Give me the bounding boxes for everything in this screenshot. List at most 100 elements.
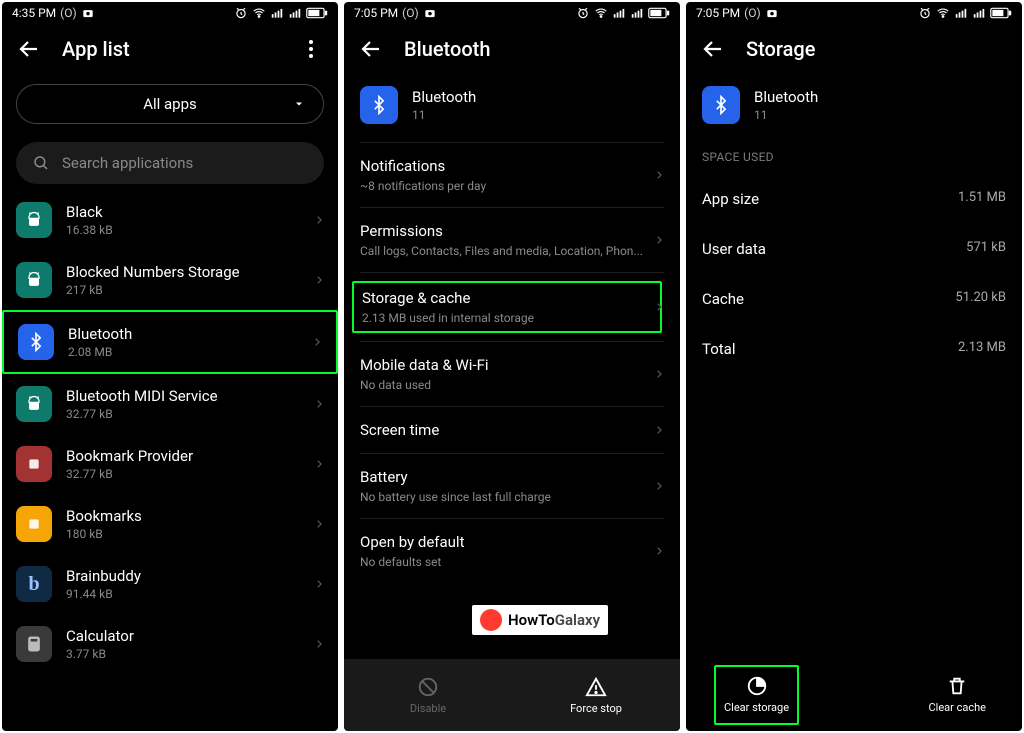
kv-key: User data [702,240,766,258]
alarm-icon [918,6,932,20]
section-heading: SPACE USED [686,142,1022,174]
kv-key: Total [702,340,736,358]
status-time: 7:05 PM [354,6,398,20]
app-size: 32.77 kB [66,407,300,421]
settings-row[interactable]: BatteryNo battery use since last full ch… [344,454,680,518]
back-button[interactable] [16,36,42,62]
app-size: 180 kB [66,527,300,541]
app-name: Calculator [66,627,300,645]
force-stop-button[interactable]: Force stop [512,659,680,731]
app-version: 11 [412,108,476,122]
row-title: Notifications [360,157,654,175]
screen-storage: 7:05 PM (O) Storage Bluetooth 11 SPACE U… [686,2,1022,731]
app-row[interactable]: Calculator 3.77 kB [2,614,338,674]
app-name: Blocked Numbers Storage [66,263,300,281]
search-icon [32,154,50,172]
status-bar: 7:05 PM (O) [344,2,680,20]
app-size: 2.08 MB [68,345,298,359]
filter-dropdown[interactable]: All apps [16,84,324,124]
status-o-label: (O) [402,6,419,20]
settings-row[interactable]: Open by defaultNo defaults set [344,519,680,583]
bluetooth-icon [702,86,740,124]
status-o-label: (O) [744,6,761,20]
settings-list[interactable]: Notifications ~8 notifications per day Per… [344,143,680,659]
app-size: 3.77 kB [66,647,300,661]
app-name: Bookmarks [66,507,300,525]
app-size: 217 kB [66,283,300,297]
spacer [827,659,892,731]
back-button[interactable] [700,36,726,62]
app-icon [16,262,52,298]
app-size: 16.38 kB [66,223,300,237]
chevron-right-icon [654,423,664,437]
chevron-right-icon [314,397,324,411]
app-header: Bluetooth 11 [686,76,1022,142]
chevron-right-icon [314,273,324,287]
app-row[interactable]: Bookmarks 180 kB [2,494,338,554]
settings-row[interactable]: PermissionsCall logs, Contacts, Files an… [344,208,680,272]
signal-icon-2 [972,6,986,20]
row-title: Mobile data & Wi-Fi [360,356,654,374]
app-icon [16,506,52,542]
app-row[interactable]: bBrainbuddy91.44 kB [2,554,338,614]
chevron-right-icon [654,233,664,247]
chevron-right-icon [654,544,664,558]
wifi-icon [252,6,266,20]
settings-row[interactable]: Mobile data & Wi-FiNo data used [344,342,680,406]
settings-row[interactable]: Screen time [344,407,680,453]
battery-icon [990,6,1012,20]
chevron-right-icon [654,479,664,493]
row-subtitle: No battery use since last full charge [360,490,654,504]
clear-cache-button[interactable]: Clear cache [921,665,995,725]
page-title: App list [62,37,278,61]
app-name: Brainbuddy [66,567,300,585]
disable-label: Disable [410,702,446,715]
chevron-right-icon [314,637,324,651]
status-icons [234,6,328,20]
app-icon [16,446,52,482]
app-list[interactable]: Black16.38 kB Blocked Numbers Storage 217 … [2,190,338,731]
status-time: 4:35 PM [12,6,56,20]
app-row[interactable]: Bluetooth2.08 MB [2,310,338,374]
signal-icon [954,6,968,20]
watermark: HowToGalaxy [472,605,608,635]
camera-icon [81,6,95,20]
app-name: Bluetooth MIDI Service [66,387,300,405]
storage-kv-row: User data571 kB [686,224,1022,274]
signal-icon-2 [288,6,302,20]
header: App list [2,20,338,76]
clear-storage-button[interactable]: Clear storage [714,665,799,725]
settings-row[interactable]: Notifications ~8 notifications per day [344,143,680,207]
wifi-icon [594,6,608,20]
row-title: Screen time [360,421,654,439]
kv-value: 51.20 kB [955,290,1006,308]
screen-app-list: 4:35 PM (O) App list All apps Search app… [2,2,338,731]
app-row[interactable]: Bluetooth MIDI Service 32.77 kB [2,374,338,434]
app-size: 91.44 kB [66,587,300,601]
action-bar: Disable Force stop [344,659,680,731]
header: Storage [686,20,1022,76]
row-subtitle: Call logs, Contacts, Files and media, Lo… [360,244,654,258]
app-row[interactable]: Bookmark Provider32.77 kB [2,434,338,494]
storage-kv-row: Total2.13 MB [686,324,1022,374]
row-subtitle: ~8 notifications per day [360,179,654,193]
more-menu-button[interactable] [298,36,324,62]
kv-key: App size [702,190,759,208]
search-input[interactable]: Search applications [16,142,324,184]
clear-storage-label: Clear storage [724,701,789,714]
alarm-icon [576,6,590,20]
filter-label: All apps [143,95,197,113]
disable-button[interactable]: Disable [344,659,512,731]
bluetooth-icon [360,86,398,124]
app-name: Bluetooth [412,88,476,106]
chevron-right-icon [314,457,324,471]
search-placeholder: Search applications [62,154,193,172]
app-row[interactable]: Black16.38 kB [2,190,338,250]
app-row[interactable]: Blocked Numbers Storage 217 kB [2,250,338,310]
force-stop-label: Force stop [570,702,622,715]
battery-icon [648,6,670,20]
back-button[interactable] [358,36,384,62]
settings-row[interactable]: Storage & cache2.13 MB used in internal … [344,273,680,341]
chevron-right-icon [312,335,322,349]
page-title: Bluetooth [404,37,666,61]
